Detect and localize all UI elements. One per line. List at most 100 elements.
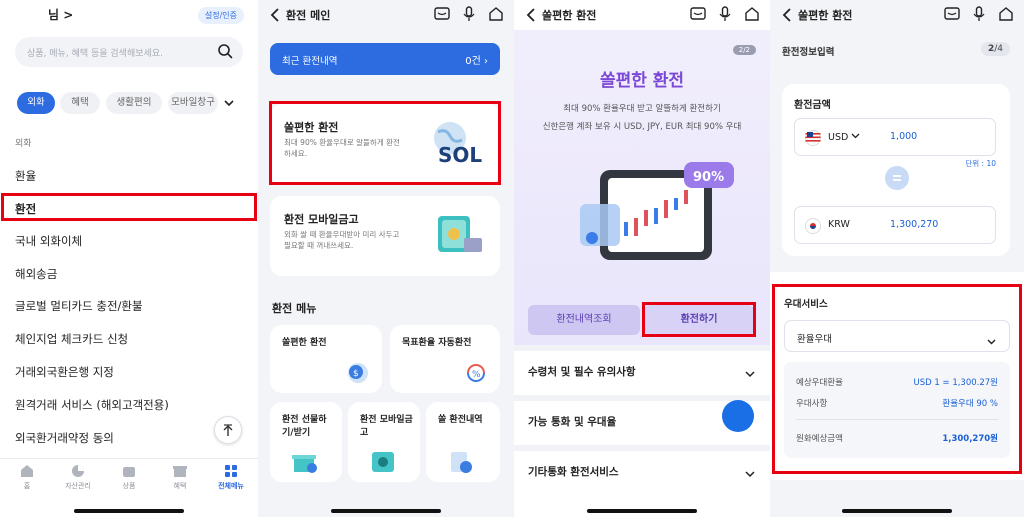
home-icon[interactable] (998, 6, 1014, 22)
microphone-icon[interactable] (461, 6, 477, 22)
card-title: 쏠편한 환전 (284, 121, 339, 134)
back-icon[interactable] (526, 7, 536, 26)
microphone-icon[interactable] (717, 6, 733, 22)
page-title: 환전 메인 (286, 9, 331, 22)
from-amount[interactable]: 1,000 (890, 131, 917, 142)
tab-asset[interactable]: 자산관리 (54, 464, 102, 491)
back-icon[interactable] (782, 7, 792, 26)
easy-exchange-intro-screen: 쏠편한 환전 2/2 쏠편한 환전 최대 90% 환율우대 받고 알뜰하게 환전… (514, 0, 770, 517)
from-currency-code[interactable]: USD (828, 131, 860, 143)
highlight-box (1, 193, 257, 221)
page-title: 쏠편한 환전 (542, 9, 597, 22)
chip-foreign[interactable]: 외화 (17, 92, 55, 114)
all-menu-screen: 님 > 설정/인증 상품, 메뉴, 혜택 등을 검색해보세요. 외화 혜택 생활… (0, 0, 258, 517)
home-indicator (587, 509, 697, 513)
chip-life[interactable]: 생활편의 (106, 92, 162, 114)
chat-icon[interactable] (690, 6, 706, 22)
safe-icon (438, 216, 482, 252)
search-icon[interactable] (217, 43, 233, 63)
menu-item-designated-bank[interactable]: 거래외국환은행 지정 (15, 364, 114, 380)
home-icon[interactable] (744, 6, 760, 22)
back-icon[interactable] (270, 7, 280, 26)
chat-icon[interactable] (434, 6, 450, 22)
tab-home[interactable]: 홈 (3, 464, 51, 491)
to-currency-code: KRW (828, 219, 850, 230)
floating-action-button[interactable] (722, 400, 754, 432)
divider (796, 419, 998, 420)
us-flag-icon (805, 130, 821, 146)
menu-target-rate[interactable]: 목표환율 자동환전 % (390, 325, 500, 393)
equals-icon (885, 166, 909, 190)
chevron-down-icon (744, 365, 756, 384)
page-indicator[interactable]: 2/2 (732, 45, 756, 55)
header: 환전 메인 (258, 0, 514, 30)
menu-item-fx-agreement[interactable]: 외국환거래약정 동의 (15, 430, 114, 446)
search-placeholder: 상품, 메뉴, 혜택 등을 검색해보세요. (27, 49, 163, 59)
menu-item-overseas-remit[interactable]: 해외송금 (15, 266, 57, 282)
chevron-down-icon[interactable] (221, 95, 237, 115)
section-other-currency[interactable]: 기타통화 환전서비스 (514, 445, 770, 493)
menu-item-multicard[interactable]: 글로벌 멀티카드 충전/환불 (15, 298, 143, 314)
chat-icon[interactable] (944, 6, 960, 22)
exchange-main-screen: 환전 메인 최근 환전내역 0건 › 쏠편한 환전 최대 90% 환율우대로 알… (258, 0, 514, 517)
chevron-down-icon (986, 332, 997, 351)
arrow-up-icon (223, 424, 233, 436)
menu-item-changeup-card[interactable]: 체인지업 체크카드 신청 (15, 331, 128, 347)
chip-mobile-branch[interactable]: 모바일창구 (168, 92, 218, 114)
header: 쏠편한 환전 (514, 0, 770, 30)
card-desc: 최대 90% 환율우대로 알뜰하게 환전하세요. (284, 138, 400, 158)
pref-title: 우대서비스 (784, 299, 828, 310)
card-title: 환전 모바일금고 (284, 213, 359, 226)
header-icons (428, 6, 504, 26)
unit-label: 단위 : 10 (965, 159, 996, 168)
coin-icon: $ (348, 363, 368, 383)
settings-auth-button[interactable]: 설정/인증 (197, 7, 244, 24)
tablet-chart-illustration: 90% (580, 162, 734, 260)
header-icons (684, 6, 760, 26)
recent-history-button[interactable]: 최근 환전내역 0건 › (270, 43, 500, 75)
menu-easy-exchange[interactable]: 쏠편한 환전 $ (270, 325, 382, 393)
exchange-button[interactable]: 환전하기 (644, 305, 754, 335)
card-desc: 외화 쌀 때 환율우대받아 미리 사두고 필요할 때 꺼내쓰세요. (284, 230, 400, 250)
menu-exchange-history[interactable]: 쏠 환전내역 (426, 402, 500, 482)
menu-mobile-vault[interactable]: 환전 모바일금고 (348, 402, 420, 482)
tab-products[interactable]: 상품 (105, 464, 153, 491)
home-icon[interactable] (488, 6, 504, 22)
document-icon (451, 452, 472, 473)
to-currency-field[interactable]: KRW 1,300,270 (794, 206, 996, 244)
menu-heading: 환전 메뉴 (272, 302, 317, 315)
svg-text:SOL: SOL (438, 143, 482, 167)
menu-gift-exchange[interactable]: 환전 선물하기/받기 (270, 402, 342, 482)
safe-icon (372, 452, 394, 472)
scroll-top-button[interactable] (214, 416, 242, 444)
hero-desc-1: 최대 90% 환율우대 받고 알뜰하게 환전하기 (563, 104, 721, 114)
menu-item-exchange-rate[interactable]: 환율 (15, 168, 36, 184)
from-currency-field[interactable]: USD 1,000 (794, 118, 996, 156)
menu-item-domestic-transfer[interactable]: 국내 외화이체 (15, 233, 82, 249)
home-indicator (842, 509, 952, 513)
header-icons (938, 6, 1014, 26)
tab-all-menu[interactable]: 전체메뉴 (207, 464, 255, 491)
microphone-icon[interactable] (971, 6, 987, 22)
tab-benefit[interactable]: 혜택 (156, 464, 204, 491)
section-notice[interactable]: 수령처 및 필수 유의사항 (514, 345, 770, 393)
chip-benefit[interactable]: 혜택 (60, 92, 100, 114)
recent-count: 0건 › (465, 56, 488, 67)
pie-chart-icon (72, 465, 84, 477)
recent-label: 최근 환전내역 (282, 56, 338, 67)
home-indicator (74, 509, 184, 513)
easy-exchange-card[interactable]: 쏠편한 환전 최대 90% 환율우대로 알뜰하게 환전하세요. SOL (270, 104, 500, 184)
menu-item-exchange[interactable]: 환전 (15, 201, 36, 217)
history-button[interactable]: 환전내역조회 (528, 305, 640, 335)
pref-select[interactable]: 환율우대 (784, 320, 1010, 352)
top-bar: 님 > 설정/인증 (0, 0, 258, 30)
mobile-vault-card[interactable]: 환전 모바일금고 외화 쌀 때 환율우대받아 미리 사두고 필요할 때 꺼내쓰세… (270, 196, 500, 276)
user-profile-link[interactable]: 님 > (48, 6, 73, 23)
rate-info-box: 예상우대환율 USD 1 = 1,300.27원 우대사항 환율우대 90 % … (784, 362, 1010, 458)
section-label: 외화 (15, 139, 32, 149)
menu-item-remote-service[interactable]: 원격거래 서비스 (해외고객전용) (15, 397, 169, 413)
exchange-input-screen: 쏠편한 환전 환전정보입력 2/4 환전금액 USD 1,000 단위 : 10… (770, 0, 1024, 517)
search-input[interactable]: 상품, 메뉴, 혜택 등을 검색해보세요. (15, 37, 243, 67)
svg-text:90%: 90% (693, 170, 724, 185)
svg-text:%: % (472, 370, 481, 380)
